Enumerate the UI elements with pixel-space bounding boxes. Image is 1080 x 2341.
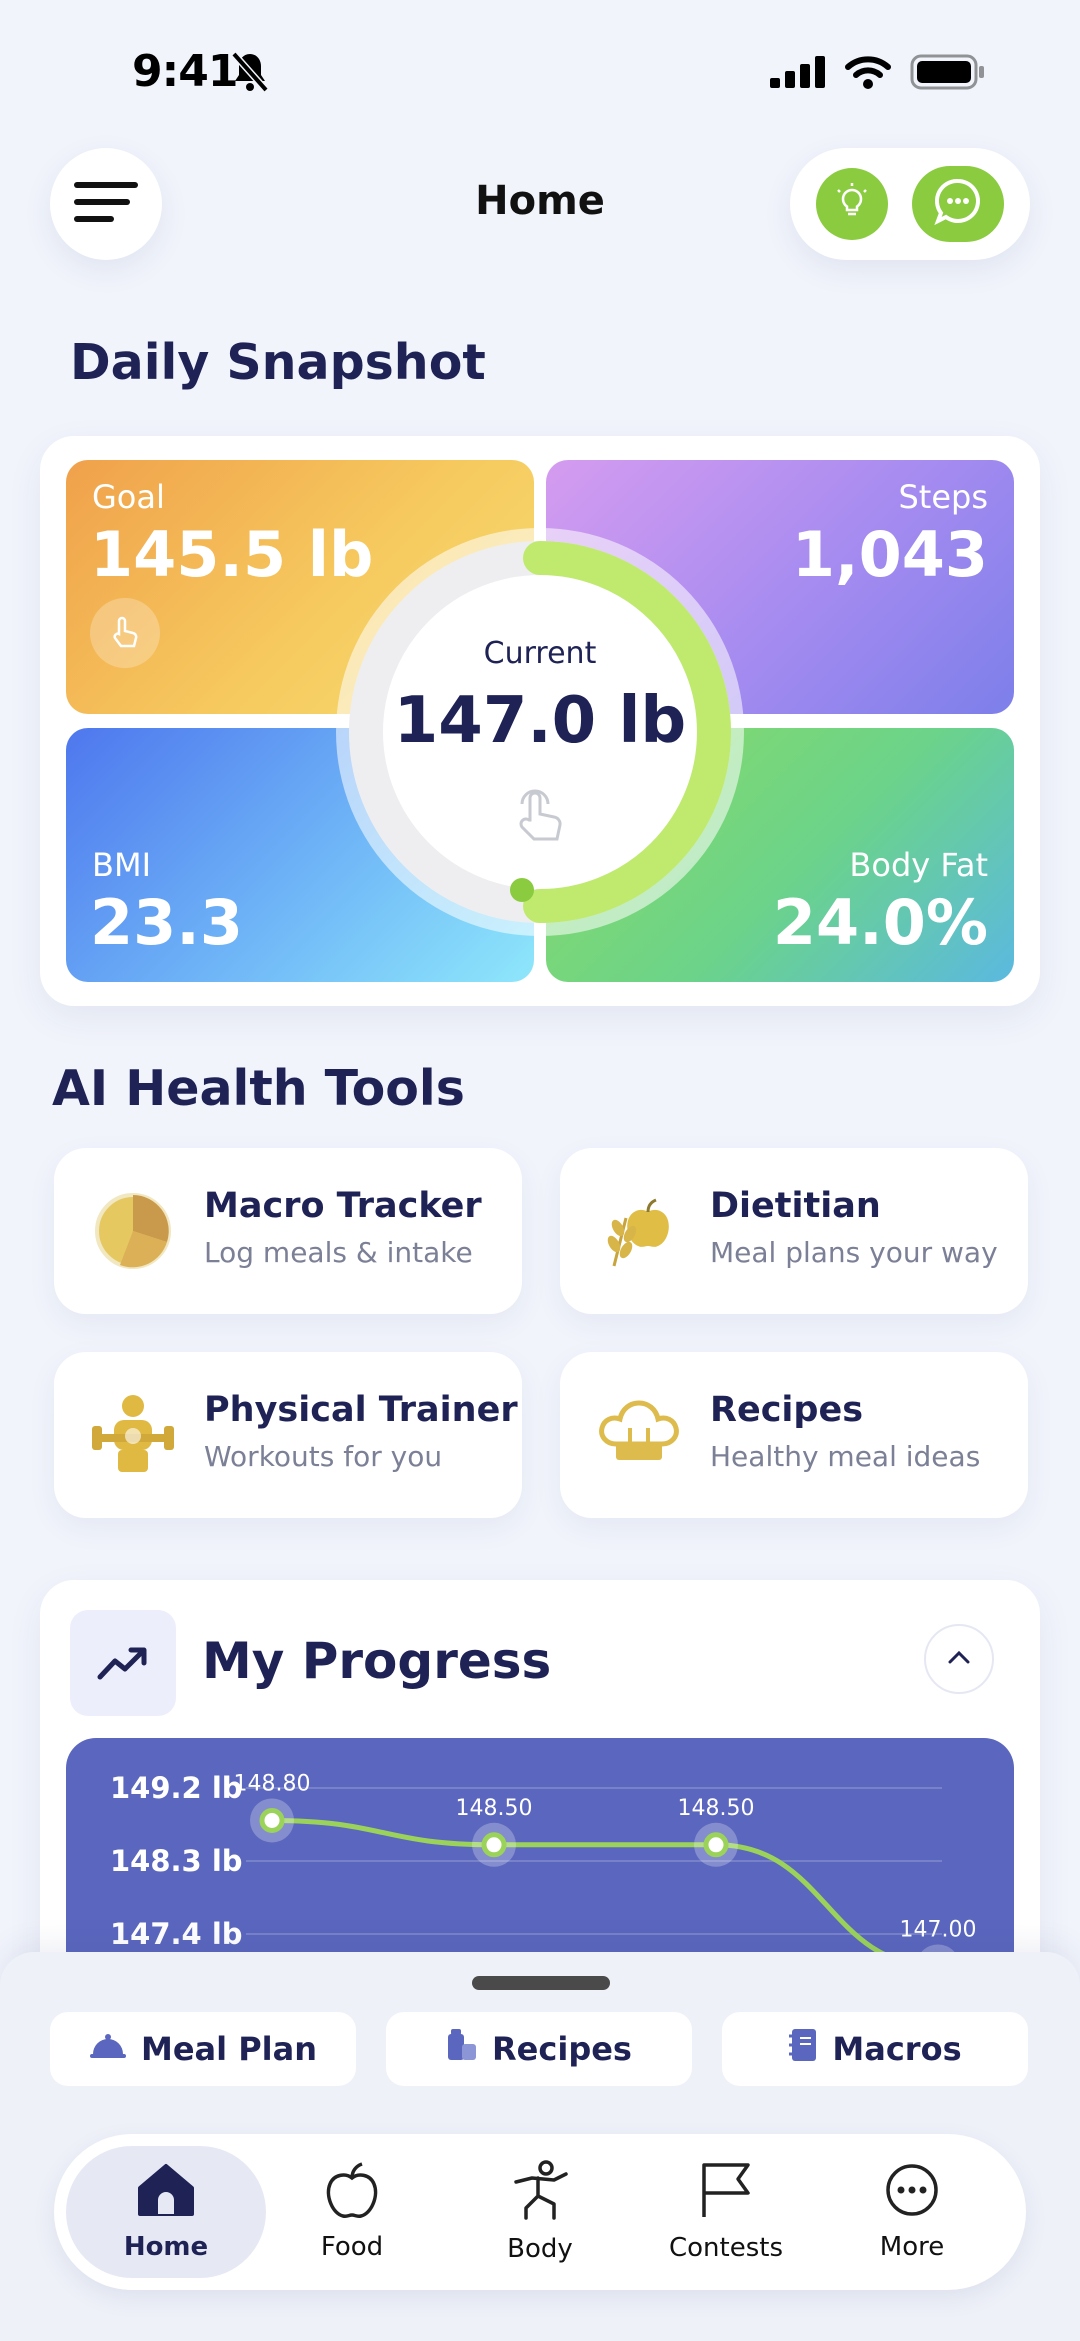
macros-chip[interactable]: Macros (722, 2012, 1028, 2086)
tool-subtitle: Log meals & intake (204, 1236, 473, 1269)
sheet-grabber[interactable] (472, 1976, 610, 1990)
tool-title: Macro Tracker (204, 1186, 482, 1226)
data-point[interactable] (703, 1832, 729, 1858)
tab-label: Body (507, 2234, 573, 2264)
body-fat-value: 24.0% (772, 886, 988, 959)
physical-trainer-card[interactable]: Physical Trainer Workouts for you (54, 1352, 522, 1518)
chat-bubble-icon (932, 176, 984, 232)
macro-tracker-card[interactable]: Macro Tracker Log meals & intake (54, 1148, 522, 1314)
collapse-button[interactable] (924, 1624, 994, 1694)
tool-subtitle: Workouts for you (204, 1440, 443, 1473)
meal-plan-chip[interactable]: Meal Plan (50, 2012, 356, 2086)
more-icon (884, 2162, 940, 2222)
bmi-value: 23.3 (90, 886, 243, 959)
battery-icon (910, 54, 986, 94)
tab-label: Food (320, 2232, 384, 2262)
status-time: 9:41 (132, 46, 238, 97)
goal-value: 145.5 lb (90, 518, 374, 591)
data-label: 148.80 (234, 1771, 311, 1796)
y-tick-label: 149.2 lb (110, 1771, 243, 1805)
header-actions (790, 148, 1030, 260)
tool-title: Recipes (710, 1390, 864, 1430)
data-point[interactable] (481, 1832, 507, 1858)
chip-label: Meal Plan (140, 2030, 318, 2068)
steps-value: 1,043 (791, 518, 988, 591)
goal-label: Goal (92, 478, 165, 516)
tap-hand-icon (90, 598, 160, 668)
steps-label: Steps (898, 478, 988, 516)
apple-icon (322, 2162, 382, 2222)
chip-label: Recipes (492, 2030, 632, 2068)
lightbulb-icon (832, 182, 872, 226)
tips-button[interactable] (816, 168, 888, 240)
tool-title: Dietitian (710, 1186, 881, 1226)
home-icon (136, 2162, 196, 2222)
data-point[interactable] (259, 1807, 285, 1833)
body-icon (510, 2160, 570, 2224)
dietitian-card[interactable]: Dietitian Meal plans your way (560, 1148, 1028, 1314)
bell-muted-icon (230, 50, 270, 98)
recipes-chip[interactable]: Recipes (386, 2012, 692, 2086)
tool-subtitle: Meal plans your way (710, 1236, 998, 1269)
recipes-card[interactable]: Recipes Healthy meal ideas (560, 1352, 1028, 1518)
pie-chart-icon (90, 1188, 176, 1274)
tab-home[interactable]: Home (66, 2146, 266, 2278)
tab-label: Home (123, 2232, 209, 2262)
tool-title: Physical Trainer (204, 1390, 518, 1430)
bmi-label: BMI (92, 846, 151, 884)
chevron-up-icon (947, 1649, 971, 1669)
y-tick-label: 148.3 lb (110, 1844, 243, 1878)
tap-hand-icon (500, 786, 580, 854)
tab-food[interactable]: Food (252, 2146, 452, 2278)
chef-hat-icon (596, 1392, 682, 1478)
trend-up-icon (70, 1610, 176, 1716)
ai-health-tools-title: AI Health Tools (52, 1060, 465, 1117)
chip-label: Macros (832, 2030, 962, 2068)
chat-button[interactable] (912, 166, 1004, 242)
data-label: 148.50 (456, 1796, 533, 1821)
trainer-icon (90, 1392, 176, 1478)
data-label: 148.50 (678, 1796, 755, 1821)
tab-label: More (879, 2232, 945, 2262)
progress-title: My Progress (202, 1632, 552, 1690)
current-label: Current (483, 636, 597, 671)
flag-icon (696, 2161, 756, 2223)
grocery-icon (446, 2028, 478, 2070)
daily-snapshot-title: Daily Snapshot (70, 334, 486, 391)
wifi-icon (844, 55, 892, 93)
cloche-icon (89, 2030, 127, 2068)
notebook-icon (788, 2028, 818, 2070)
current-value: 147.0 lb (393, 684, 687, 758)
data-label: 147.00 (900, 1917, 977, 1942)
apple-wheat-icon (596, 1188, 682, 1274)
cellular-signal-icon (770, 56, 826, 92)
series-line (271, 1817, 939, 1969)
tool-subtitle: Healthy meal ideas (710, 1440, 981, 1473)
tab-more[interactable]: More (812, 2146, 1012, 2278)
y-tick-label: 147.4 lb (110, 1917, 243, 1951)
tab-body[interactable]: Body (440, 2146, 640, 2278)
body-fat-label: Body Fat (849, 846, 988, 884)
tab-label: Contests (668, 2233, 784, 2263)
tab-contests[interactable]: Contests (626, 2146, 826, 2278)
